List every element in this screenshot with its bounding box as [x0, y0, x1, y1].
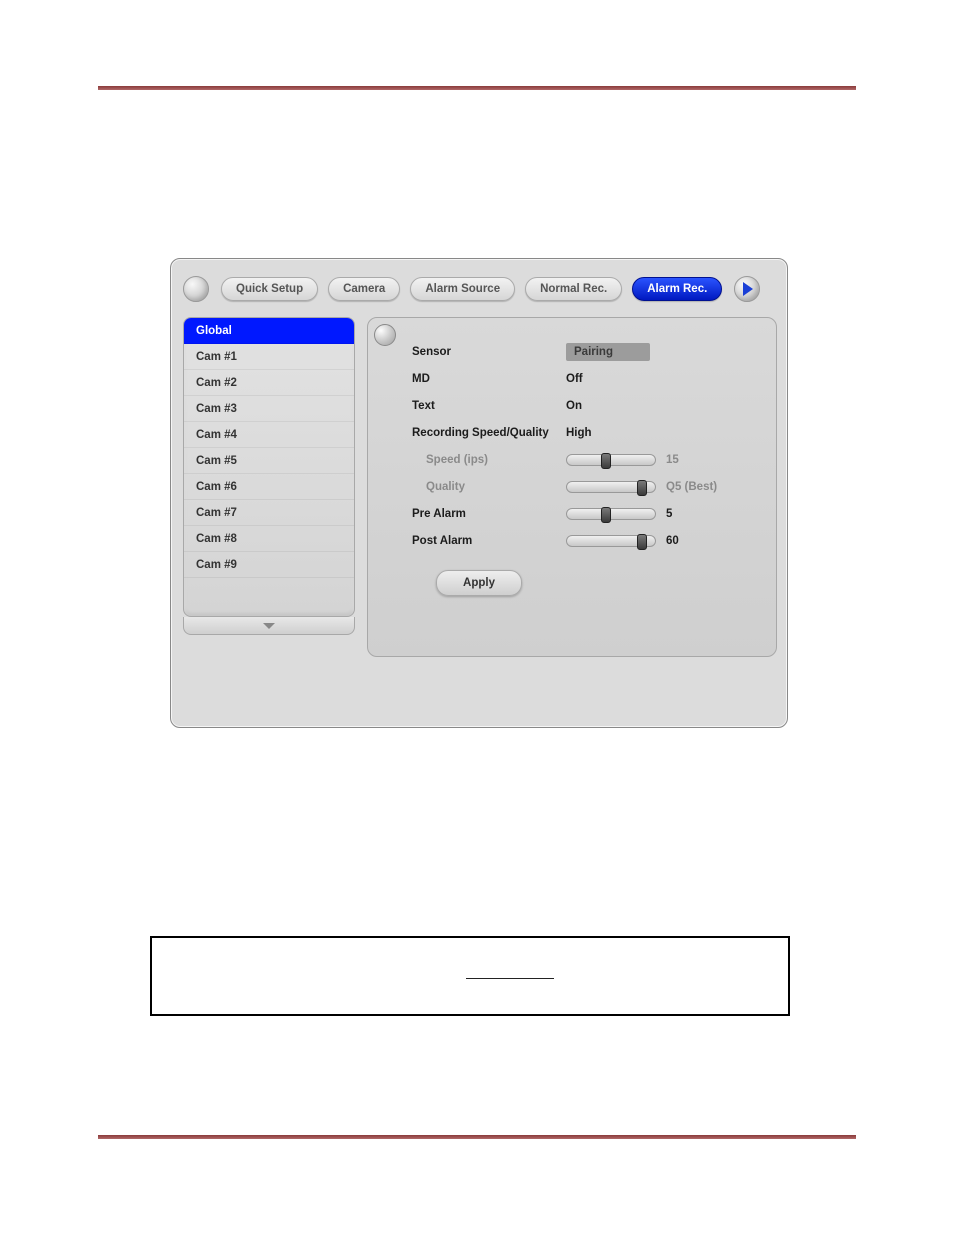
quality-label: Quality [386, 481, 566, 493]
tab-label: Camera [343, 283, 385, 295]
prev-button[interactable] [183, 276, 209, 302]
sidebar-item[interactable]: Cam #8 [184, 526, 354, 552]
post-alarm-value: 60 [666, 535, 679, 547]
slider-thumb[interactable] [601, 453, 611, 469]
rec-speed-quality-value[interactable]: High [566, 427, 666, 439]
chevron-down-icon [263, 623, 275, 629]
sidebar-item[interactable]: Cam #4 [184, 422, 354, 448]
corner-knob-icon [374, 324, 396, 346]
tab-label: Quick Setup [236, 283, 303, 295]
tab-camera[interactable]: Camera [328, 277, 400, 301]
sidebar-item[interactable]: Cam #9 [184, 552, 354, 578]
tab-alarm-rec[interactable]: Alarm Rec. [632, 277, 722, 301]
camera-sidebar: GlobalCam #1Cam #2Cam #3Cam #4Cam #5Cam … [183, 317, 355, 617]
sidebar-item[interactable]: Global [184, 318, 354, 344]
sidebar-item[interactable]: Cam #5 [184, 448, 354, 474]
pre-alarm-label: Pre Alarm [386, 508, 566, 520]
tab-bar: Quick Setup Camera Alarm Source Normal R… [183, 273, 775, 305]
sidebar-expand-button[interactable] [183, 617, 355, 635]
post-alarm-label: Post Alarm [386, 535, 566, 547]
chevron-right-icon [743, 282, 753, 296]
tab-label: Alarm Rec. [647, 283, 707, 295]
quality-value: Q5 (Best) [666, 481, 717, 493]
speed-value: 15 [666, 454, 679, 466]
tab-label: Alarm Source [425, 283, 500, 295]
speed-label: Speed (ips) [386, 454, 566, 466]
sidebar-item[interactable]: Cam #3 [184, 396, 354, 422]
pre-alarm-value: 5 [666, 508, 672, 520]
slider-thumb[interactable] [637, 534, 647, 550]
speed-slider[interactable] [566, 454, 656, 466]
tab-quick-setup[interactable]: Quick Setup [221, 277, 318, 301]
sidebar-item[interactable]: Cam #2 [184, 370, 354, 396]
apply-button[interactable]: Apply [436, 570, 522, 596]
slider-thumb[interactable] [601, 507, 611, 523]
note-underline [466, 978, 554, 979]
slider-thumb[interactable] [637, 480, 647, 496]
sidebar-item[interactable]: Cam #7 [184, 500, 354, 526]
sensor-value[interactable]: Pairing [566, 343, 650, 361]
pre-alarm-slider[interactable] [566, 508, 656, 520]
apply-label: Apply [463, 577, 495, 589]
settings-content: Sensor Pairing MD Off Text On Recording … [367, 317, 777, 657]
footer-rule [98, 1135, 856, 1139]
tab-alarm-source[interactable]: Alarm Source [410, 277, 515, 301]
md-value[interactable]: Off [566, 373, 666, 385]
text-value[interactable]: On [566, 400, 666, 412]
sidebar-item[interactable]: Cam #1 [184, 344, 354, 370]
settings-panel: Quick Setup Camera Alarm Source Normal R… [170, 258, 788, 728]
quality-slider[interactable] [566, 481, 656, 493]
text-label: Text [386, 400, 566, 412]
tab-label: Normal Rec. [540, 283, 607, 295]
sidebar-item[interactable]: Cam #6 [184, 474, 354, 500]
md-label: MD [386, 373, 566, 385]
note-box [150, 936, 790, 1016]
rec-speed-quality-label: Recording Speed/Quality [386, 427, 566, 439]
next-button[interactable] [734, 276, 760, 302]
sensor-label: Sensor [386, 346, 566, 358]
tab-normal-rec[interactable]: Normal Rec. [525, 277, 622, 301]
header-rule [98, 86, 856, 90]
post-alarm-slider[interactable] [566, 535, 656, 547]
